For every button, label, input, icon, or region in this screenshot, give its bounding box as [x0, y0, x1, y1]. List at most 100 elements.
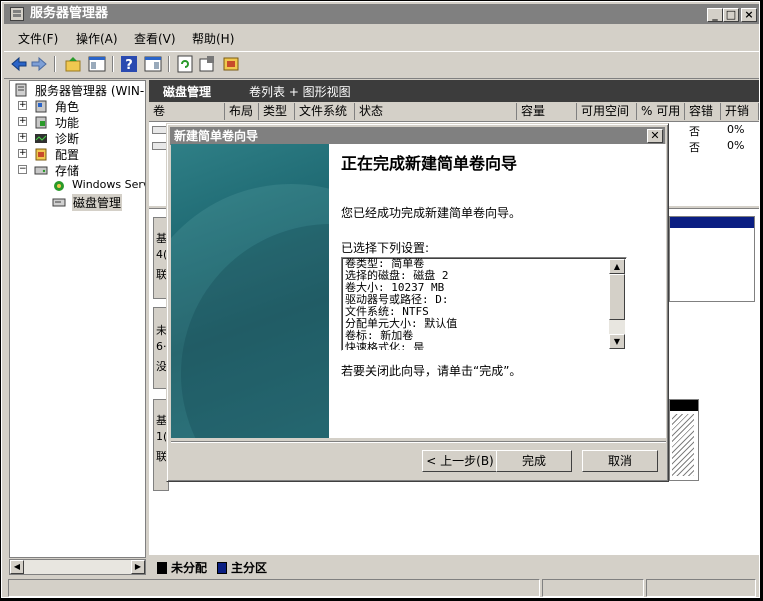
- disk-label-text: 6·: [156, 340, 167, 353]
- menu-help[interactable]: 帮助(H): [192, 30, 234, 47]
- column-layout[interactable]: 布局: [225, 103, 259, 120]
- menu-action[interactable]: 操作(A): [76, 30, 118, 47]
- server-manager-window: 服务器管理器 _ □ × 文件(F) 操作(A) 查看(V) 帮助(H) ? 服…: [1, 1, 760, 598]
- column-filesystem[interactable]: 文件系统: [295, 103, 355, 120]
- volume-list-header: 卷 布局 类型 文件系统 状态 容量 可用空间 % 可用 容错 开销: [149, 103, 759, 122]
- status-pane: [542, 579, 644, 597]
- wizard-content: 正在完成新建简单卷向导 您已经成功完成新建简单卷向导。 已选择下列设置: 卷类型…: [329, 144, 666, 438]
- wizard-heading: 正在完成新建简单卷向导: [341, 154, 518, 173]
- close-button[interactable]: ×: [741, 8, 757, 22]
- folder-up-icon[interactable]: [64, 55, 82, 73]
- help-icon[interactable]: ?: [120, 55, 138, 73]
- status-pane: [646, 579, 756, 597]
- column-type[interactable]: 类型: [259, 103, 295, 120]
- backup-icon: [52, 179, 67, 193]
- settings-summary-text: 卷类型: 简单卷 选择的磁盘: 磁盘 2 卷大小: 10237 MB 驱动器号或…: [345, 257, 458, 351]
- toolbar: ?: [4, 51, 759, 79]
- tree-item-label: 磁盘管理: [72, 194, 123, 211]
- tree-item-label: 存储: [55, 164, 80, 178]
- finish-button[interactable]: 完成: [496, 450, 572, 472]
- forward-icon[interactable]: [30, 55, 48, 73]
- menu-bar: 文件(F) 操作(A) 查看(V) 帮助(H): [4, 27, 759, 49]
- legend-unallocated: 未分配: [157, 559, 207, 576]
- tree-item-label: 角色: [55, 100, 80, 114]
- status-bar: [4, 579, 759, 597]
- view-tabs: 卷列表 + 图形视图: [249, 85, 351, 99]
- diagnostics-icon: [34, 131, 49, 145]
- row-fault-tolerance: 否: [689, 141, 700, 154]
- console-icon[interactable]: [144, 55, 162, 73]
- primary-swatch: [217, 562, 227, 574]
- unallocated-swatch: [157, 562, 167, 574]
- close-hint: 若要关闭此向导，请单击“完成”。: [341, 364, 522, 378]
- column-capacity[interactable]: 容量: [517, 103, 577, 120]
- scroll-left-icon[interactable]: ◀: [10, 560, 24, 574]
- row-fault-tolerance: 否: [689, 125, 700, 138]
- disk-icon: [52, 195, 67, 209]
- settings-summary-box[interactable]: 卷类型: 简单卷 选择的磁盘: 磁盘 2 卷大小: 10237 MB 驱动器号或…: [341, 257, 627, 351]
- menu-view[interactable]: 查看(V): [134, 30, 176, 47]
- tree-item-label: 功能: [55, 116, 80, 130]
- show-tree-icon[interactable]: [88, 55, 106, 73]
- cancel-button[interactable]: 取消: [582, 450, 658, 472]
- tree-horizontal-scrollbar[interactable]: ◀ ▶: [9, 559, 146, 575]
- dialog-title-bar[interactable]: 新建简单卷向导 ✕: [170, 127, 665, 145]
- row-overhead: 0%: [727, 123, 745, 136]
- server-icon: [14, 83, 29, 97]
- back-icon[interactable]: [10, 55, 28, 73]
- scroll-thumb[interactable]: [609, 274, 625, 320]
- properties-icon[interactable]: [198, 55, 216, 73]
- dialog-title: 新建简单卷向导: [174, 129, 259, 143]
- tree-item-label: 配置: [55, 148, 80, 162]
- collapse-icon[interactable]: −: [18, 165, 27, 174]
- back-button[interactable]: < 上一步(B): [422, 450, 498, 472]
- scroll-right-icon[interactable]: ▶: [131, 560, 145, 574]
- status-pane: [8, 579, 540, 597]
- expand-icon[interactable]: +: [18, 133, 27, 142]
- legend-label: 主分区: [231, 561, 268, 575]
- column-fault-tolerance[interactable]: 容错: [685, 103, 721, 120]
- expand-icon[interactable]: +: [18, 149, 27, 158]
- title-bar[interactable]: 服务器管理器 _ □ ×: [4, 4, 759, 24]
- column-free-space[interactable]: 可用空间: [577, 103, 637, 120]
- maximize-button[interactable]: □: [723, 8, 739, 22]
- refresh-icon[interactable]: [176, 55, 194, 73]
- export-icon[interactable]: [222, 55, 240, 73]
- legend-primary: 主分区: [217, 559, 267, 576]
- legend-label: 未分配: [171, 561, 208, 575]
- dialog-separator: [171, 441, 666, 443]
- column-overhead[interactable]: 开销: [721, 103, 759, 120]
- settings-scrollbar[interactable]: ▲ ▼: [609, 259, 625, 349]
- tree-root-label: 服务器管理器 (WIN-8: [35, 84, 146, 98]
- dialog-close-button[interactable]: ✕: [647, 129, 663, 143]
- column-status[interactable]: 状态: [355, 103, 517, 120]
- legend: 未分配 主分区: [149, 556, 759, 576]
- pane-title: 磁盘管理: [163, 85, 212, 99]
- configuration-icon: [34, 147, 49, 161]
- scroll-down-icon[interactable]: ▼: [609, 334, 625, 349]
- row-overhead: 0%: [727, 139, 745, 152]
- column-volume[interactable]: 卷: [149, 103, 225, 120]
- pane-header: 磁盘管理 卷列表 + 图形视图: [149, 80, 759, 102]
- server-manager-icon: [10, 7, 24, 21]
- expand-icon[interactable]: +: [18, 117, 27, 126]
- tree-item-label: 诊断: [55, 132, 80, 146]
- window-title: 服务器管理器: [30, 6, 109, 21]
- roles-icon: [34, 99, 49, 113]
- navigation-tree: 服务器管理器 (WIN-8 + 角色 + 功能 + 诊断 + 配置 − 存储 W…: [9, 80, 146, 558]
- scroll-up-icon[interactable]: ▲: [609, 259, 625, 274]
- partition-block[interactable]: [669, 216, 755, 302]
- unallocated-block[interactable]: [669, 399, 699, 481]
- features-icon: [34, 115, 49, 129]
- svg-text:?: ?: [125, 58, 133, 73]
- menu-file[interactable]: 文件(F): [18, 30, 58, 47]
- settings-label: 已选择下列设置:: [341, 241, 430, 255]
- minimize-button[interactable]: _: [707, 8, 723, 22]
- wizard-banner-image: [171, 144, 329, 438]
- new-simple-volume-wizard: 新建简单卷向导 ✕ 正在完成新建简单卷向导 您已经成功完成新建简单卷向导。 已选…: [166, 123, 669, 482]
- expand-icon[interactable]: +: [18, 101, 27, 110]
- wizard-intro: 您已经成功完成新建简单卷向导。: [341, 206, 522, 220]
- tree-item-label: Windows Serv: [72, 178, 146, 191]
- column-percent-free[interactable]: % 可用: [637, 103, 685, 120]
- storage-icon: [34, 163, 49, 177]
